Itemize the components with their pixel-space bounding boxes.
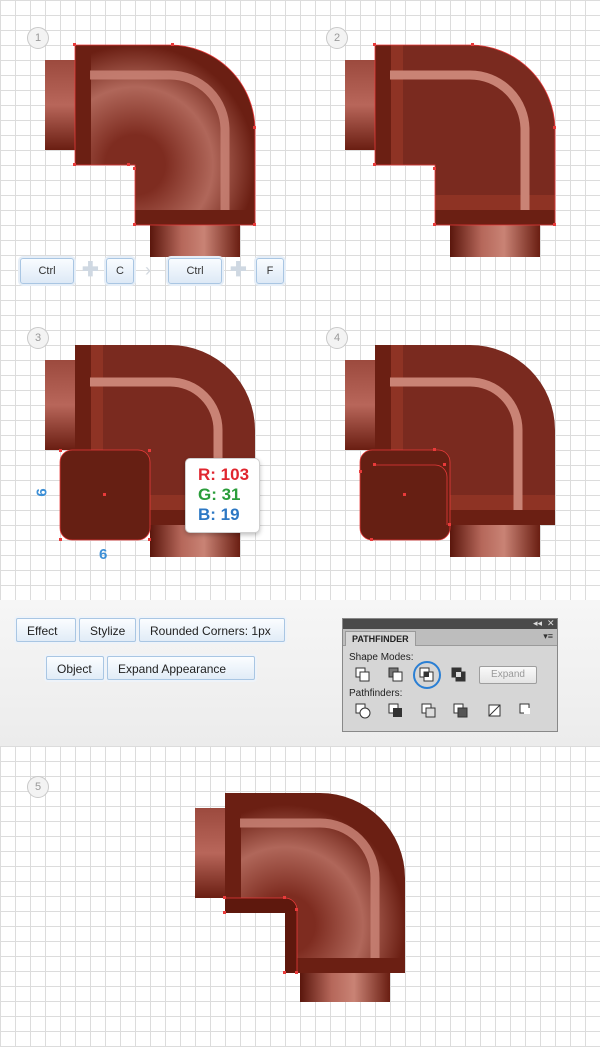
plus-icon-2: ✚ <box>230 259 247 281</box>
panel-menu-icon[interactable]: ▾≡ <box>543 631 553 642</box>
menu-stylize[interactable]: Stylize <box>79 618 136 642</box>
merge-icon[interactable] <box>421 703 437 719</box>
chevron-right-icon: › <box>145 260 151 280</box>
tab-pathfinder[interactable]: PATHFINDER <box>345 631 416 646</box>
key-f: F <box>256 258 284 284</box>
shape-modes-label: Shape Modes: <box>349 652 414 663</box>
outline-icon[interactable] <box>487 703 503 719</box>
trim-icon[interactable] <box>388 703 404 719</box>
menu-expand-appearance[interactable]: Expand Appearance <box>107 656 255 680</box>
collapse-icon[interactable]: ◂◂ <box>533 618 542 629</box>
pipe-step-4 <box>345 345 555 557</box>
plus-icon-1: ✚ <box>82 259 99 281</box>
intersect-icon[interactable] <box>419 667 435 683</box>
menu-rounded-corners[interactable]: Rounded Corners: 1px <box>139 618 285 642</box>
key-ctrl-2: Ctrl <box>168 258 222 284</box>
unite-icon[interactable] <box>355 667 371 683</box>
panel-tab-row: PATHFINDER ▾≡ <box>343 629 557 646</box>
divide-icon[interactable] <box>355 703 371 719</box>
pipe-step-3 <box>45 345 255 557</box>
minus-front-icon[interactable] <box>388 667 404 683</box>
green-value: G: 31 <box>198 485 241 504</box>
key-c: C <box>106 258 134 284</box>
crop-icon[interactable] <box>453 703 469 719</box>
pipe-step-1 <box>45 43 256 257</box>
pipe-step-2 <box>345 43 556 257</box>
dimension-height-label: 6 <box>33 488 51 497</box>
blue-value: B: 19 <box>198 505 240 524</box>
exclude-icon[interactable] <box>451 667 467 683</box>
step-badge-5: 5 <box>27 776 49 798</box>
pathfinder-panel: ◂◂ ✕ PATHFINDER ▾≡ Shape Modes: Expand P… <box>342 618 558 732</box>
dimension-width-label: 6 <box>99 546 108 563</box>
pathfinders-label: Pathfinders: <box>349 688 403 699</box>
expand-button[interactable]: Expand <box>479 666 537 684</box>
close-icon[interactable]: ✕ <box>547 618 555 629</box>
menu-object[interactable]: Object <box>46 656 104 680</box>
minus-back-icon[interactable] <box>519 703 535 719</box>
color-values-tooltip: R: 103 G: 31 B: 19 <box>185 458 260 533</box>
pipe-step-5 <box>195 793 405 1002</box>
key-ctrl-1: Ctrl <box>20 258 74 284</box>
menu-effect[interactable]: Effect <box>16 618 76 642</box>
red-value: R: 103 <box>198 465 250 484</box>
panel-title-bar: ◂◂ ✕ <box>343 618 557 629</box>
